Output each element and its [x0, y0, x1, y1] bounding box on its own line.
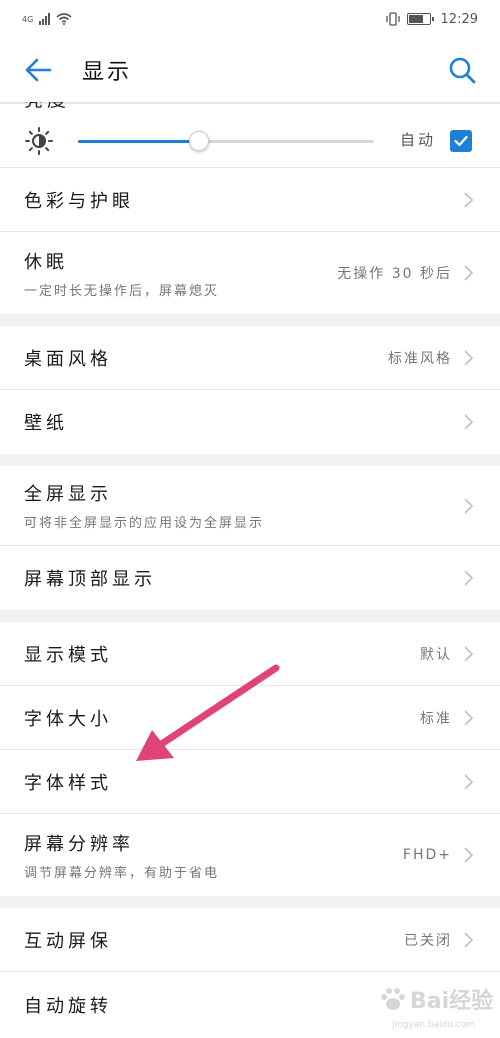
- brightness-icon: [25, 126, 53, 155]
- chevron-right-icon: [464, 497, 474, 514]
- search-icon: [449, 57, 476, 84]
- brightness-row: 自动: [0, 114, 500, 168]
- row-subtitle: 调节屏幕分辨率，有助于省电: [24, 865, 220, 881]
- row-value: FHD+: [402, 847, 452, 863]
- brightness-slider-thumb[interactable]: [189, 131, 210, 151]
- section-gap: [0, 896, 500, 908]
- chevron-right-icon: [464, 191, 474, 208]
- row-top-display[interactable]: 屏幕顶部显示: [0, 546, 500, 610]
- brightness-label: 亮度: [24, 102, 70, 114]
- wifi-icon: [56, 13, 72, 25]
- section-gap: [0, 314, 500, 326]
- row-title: 字体大小: [24, 708, 112, 730]
- section-gap: [0, 610, 500, 622]
- row-value: 标准: [420, 710, 452, 727]
- paw-logo-icon: [381, 988, 405, 1010]
- row-wallpaper[interactable]: 壁纸: [0, 390, 500, 454]
- row-title: 互动屏保: [24, 930, 112, 952]
- chevron-right-icon: [464, 570, 474, 586]
- search-button[interactable]: [424, 37, 500, 103]
- vibrate-icon: [385, 12, 400, 26]
- page-title: 显示: [82, 60, 133, 85]
- row-title: 屏幕顶部显示: [24, 569, 156, 590]
- battery-icon: [406, 13, 434, 25]
- watermark-url: jingyan.baidu.com: [392, 1020, 476, 1030]
- row-font-style[interactable]: 字体样式: [0, 750, 500, 814]
- row-title: 桌面风格: [24, 348, 112, 370]
- watermark-text: Bai经验: [410, 989, 494, 1014]
- row-value: 无操作 30 秒后: [337, 266, 452, 282]
- chevron-right-icon: [464, 414, 474, 430]
- chevron-right-icon: [464, 709, 474, 726]
- chevron-right-icon: [464, 847, 474, 863]
- row-sleep[interactable]: 休眠 一定时长无操作后，屏幕熄灭 无操作 30 秒后: [0, 232, 500, 314]
- chevron-right-icon: [464, 645, 474, 662]
- section-gap: [0, 454, 500, 466]
- row-title: 屏幕分辨率: [24, 833, 134, 855]
- row-font-size[interactable]: 字体大小 标准: [0, 686, 500, 750]
- row-subtitle: 可将非全屏显示的应用设为全屏显示: [24, 516, 265, 531]
- auto-brightness-checkbox[interactable]: [450, 130, 472, 152]
- row-title: 字体样式: [24, 772, 112, 794]
- checkmark-icon: [454, 135, 468, 147]
- back-button[interactable]: [0, 37, 76, 103]
- back-arrow-icon: [25, 58, 52, 82]
- row-display-mode[interactable]: 显示模式 默认: [0, 622, 500, 686]
- chevron-right-icon: [464, 931, 474, 948]
- chevron-right-icon: [464, 349, 474, 366]
- row-home-style[interactable]: 桌面风格 标准风格: [0, 326, 500, 390]
- network-type: 4G: [22, 14, 34, 24]
- signal-icon: [39, 13, 51, 25]
- chevron-right-icon: [464, 265, 474, 281]
- row-title: 休眠: [24, 251, 68, 273]
- row-value: 标准风格: [388, 350, 452, 367]
- watermark: Bai经验: [378, 983, 493, 1015]
- row-subtitle: 一定时长无操作后，屏幕熄灭: [24, 283, 220, 299]
- auto-brightness-label: 自动: [400, 131, 437, 149]
- row-value: 默认: [420, 646, 452, 663]
- brightness-slider-fill: [78, 140, 200, 143]
- row-title: 色彩与护眼: [24, 190, 134, 212]
- row-title: 全屏显示: [24, 484, 112, 505]
- row-title: 壁纸: [24, 413, 68, 434]
- brightness-slider[interactable]: [78, 131, 374, 151]
- row-resolution[interactable]: 屏幕分辨率 调节屏幕分辨率，有助于省电 FHD+: [0, 814, 500, 896]
- row-color-eye-care[interactable]: 色彩与护眼: [0, 168, 500, 232]
- status-bar: 4G 12:29: [0, 0, 500, 38]
- app-bar: 显示: [0, 38, 500, 104]
- row-title: 显示模式: [24, 644, 112, 666]
- row-value: 已关闭: [404, 932, 452, 949]
- row-full-screen[interactable]: 全屏显示 可将非全屏显示的应用设为全屏显示: [0, 466, 500, 546]
- status-time: 12:29: [440, 11, 478, 27]
- row-screensaver[interactable]: 互动屏保 已关闭: [0, 908, 500, 972]
- chevron-right-icon: [464, 773, 474, 790]
